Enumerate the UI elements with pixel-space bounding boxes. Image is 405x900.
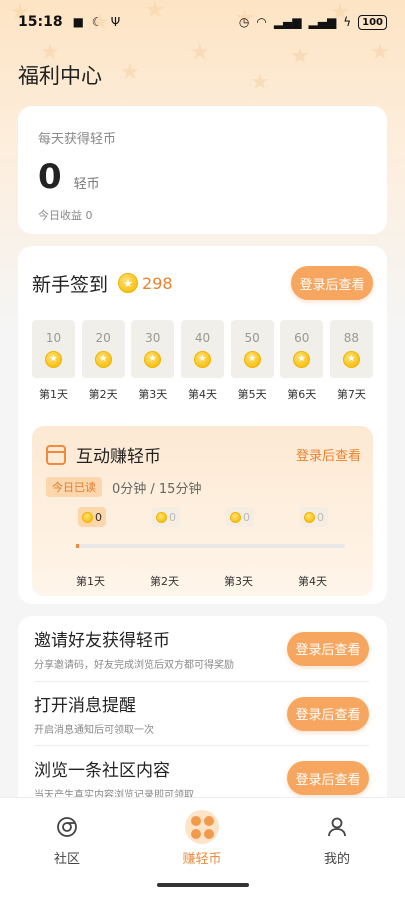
- coin-icon: ★: [144, 350, 162, 368]
- tasks-card: 邀请好友获得轻币 分享邀请码，好友完成浏览后双方都可得奖励 登录后查看 打开消息…: [18, 616, 387, 816]
- day-label: 第2天: [88, 388, 118, 401]
- wifi-icon: ◠: [256, 15, 267, 29]
- read-today-tag: 今日已读: [46, 477, 102, 497]
- task-title: 浏览一条社区内容: [34, 760, 170, 781]
- milestone-bubble: 0: [226, 507, 254, 527]
- milestone-bubble: 0: [300, 507, 328, 527]
- task-title: 邀请好友获得轻币: [34, 631, 170, 651]
- checkin-card: 新手签到 ★ 298 登录后查看 10 ★ 第1天 20 ★ 第2天 30 ★ 第3天…: [18, 246, 387, 604]
- balance-caption: 每天获得轻币: [38, 132, 117, 147]
- checkin-title: 新手签到: [32, 273, 109, 296]
- coin-icon: ★: [45, 350, 62, 368]
- alarm-icon: ◷: [238, 15, 250, 29]
- app-notification-icon: ■: [72, 15, 84, 29]
- day-reward: 50: [244, 330, 260, 345]
- day-label: 第7天: [336, 388, 366, 401]
- checkin-day: 20 ★ 第2天: [81, 320, 125, 402]
- home-indicator[interactable]: [157, 883, 249, 887]
- day-reward: 30: [145, 330, 161, 345]
- charging-icon: ϟ: [343, 15, 352, 29]
- balance-card: 每天获得轻币 0 轻币 今日收益 0: [18, 106, 387, 234]
- progress-track: [76, 544, 345, 548]
- coin-icon: [230, 511, 241, 523]
- balance-value: 0: [38, 157, 62, 197]
- checkin-day: 40 ★ 第4天: [180, 320, 224, 402]
- coin-icon: [156, 511, 167, 523]
- task-title: 打开消息提醒: [34, 696, 136, 716]
- coin-icon: ★: [94, 350, 112, 368]
- day-reward: 60: [294, 330, 310, 345]
- battery-icon: 100: [358, 14, 387, 30]
- interact-title: 互动赚轻币: [76, 447, 161, 467]
- day-reward: 10: [45, 330, 62, 345]
- signal-2-icon: ▂▄▆: [308, 15, 337, 29]
- milestone-value: 0: [317, 510, 324, 524]
- coin-icon: [304, 511, 315, 523]
- tab-mine[interactable]: 我的: [297, 812, 377, 867]
- profile-icon: [328, 817, 346, 837]
- balance-unit: 轻币: [73, 177, 100, 192]
- day-reward: 88: [343, 330, 360, 345]
- task-item: 邀请好友获得轻币 分享邀请码，好友完成浏览后双方都可得奖励 登录后查看: [34, 616, 369, 682]
- day-label: 第6天: [287, 388, 317, 401]
- coin-icon: ★: [243, 350, 261, 368]
- day-reward: 20: [95, 330, 111, 345]
- calendar-icon: [46, 444, 66, 465]
- milestone-label: 第1天: [76, 575, 105, 588]
- milestone-value: 0: [169, 510, 176, 524]
- progress-fill: [76, 544, 79, 548]
- signal-icon: ▂▄▆: [273, 15, 302, 29]
- task-item: 打开消息提醒 开启消息通知后可领取一次 登录后查看: [34, 682, 369, 746]
- day-label: 第5天: [237, 388, 267, 401]
- coin-icon: [82, 511, 93, 523]
- checkin-day: 88 ★ 第7天: [329, 320, 373, 402]
- tab-earn[interactable]: 赚轻币: [162, 810, 242, 867]
- checkin-total: 298: [142, 273, 173, 293]
- day-label: 第1天: [39, 388, 68, 401]
- notification-login-button[interactable]: 登录后查看: [287, 696, 369, 731]
- invite-login-button[interactable]: 登录后查看: [287, 631, 369, 666]
- milestone-label: 第2天: [150, 575, 179, 588]
- tab-mine-label: 我的: [323, 852, 350, 867]
- coin-icon: ★: [293, 350, 311, 368]
- today-earnings: 今日收益 0: [38, 209, 93, 222]
- community-icon: [57, 817, 77, 837]
- checkin-day: 60 ★ 第6天: [280, 320, 324, 402]
- checkin-day: 30 ★ 第3天: [131, 320, 175, 402]
- milestone-label: 第3天: [224, 575, 253, 588]
- checkin-days: 10 ★ 第1天 20 ★ 第2天 30 ★ 第3天 40 ★ 第4天 50 ★ 第5天 …: [32, 320, 373, 402]
- coin-icon: ★: [118, 273, 139, 293]
- tab-earn-label: 赚轻币: [182, 852, 222, 867]
- reading-progress: 0 0 0 0 第1天 第2天 第3天 第4天: [46, 497, 361, 597]
- milestone-value: 0: [95, 510, 102, 524]
- checkin-day: 50 ★ 第5天: [230, 320, 274, 402]
- milestone-bubble: 0: [152, 507, 180, 527]
- page-title: 福利中心: [18, 64, 102, 88]
- usb-icon: Ψ: [110, 15, 121, 29]
- milestone-bubble: 0: [78, 507, 106, 527]
- coin-icon: ★: [193, 350, 211, 368]
- day-label: 第4天: [187, 388, 217, 401]
- checkin-login-button[interactable]: 登录后查看: [291, 266, 373, 300]
- earn-icon: [185, 810, 219, 844]
- task-desc: 开启消息通知后可领取一次: [34, 725, 154, 736]
- day-reward: 40: [194, 330, 211, 345]
- day-label: 第3天: [138, 388, 168, 401]
- tab-community[interactable]: 社区: [27, 812, 107, 867]
- milestone-label: 第4天: [298, 575, 327, 588]
- interact-section: 互动赚轻币 登录后查看 今日已读 0分钟 / 15分钟 0 0 0 0 第1天 …: [32, 426, 373, 596]
- interact-login-link[interactable]: 登录后查看: [296, 445, 361, 464]
- browse-login-button[interactable]: 登录后查看: [287, 761, 369, 795]
- checkin-day: 10 ★ 第1天: [32, 320, 75, 402]
- task-desc: 分享邀请码，好友完成浏览后双方都可得奖励: [34, 660, 234, 671]
- read-time: 0分钟 / 15分钟: [112, 481, 202, 497]
- moon-icon: ☾: [91, 15, 103, 29]
- status-bar: 15:18 ■ ☾ Ψ ◷ ◠ ▂▄▆ ▂▄▆ ϟ 100: [0, 0, 405, 44]
- status-time: 15:18: [18, 14, 63, 30]
- milestone-value: 0: [243, 510, 250, 524]
- tab-community-label: 社区: [53, 852, 80, 867]
- coin-icon: ★: [342, 350, 360, 368]
